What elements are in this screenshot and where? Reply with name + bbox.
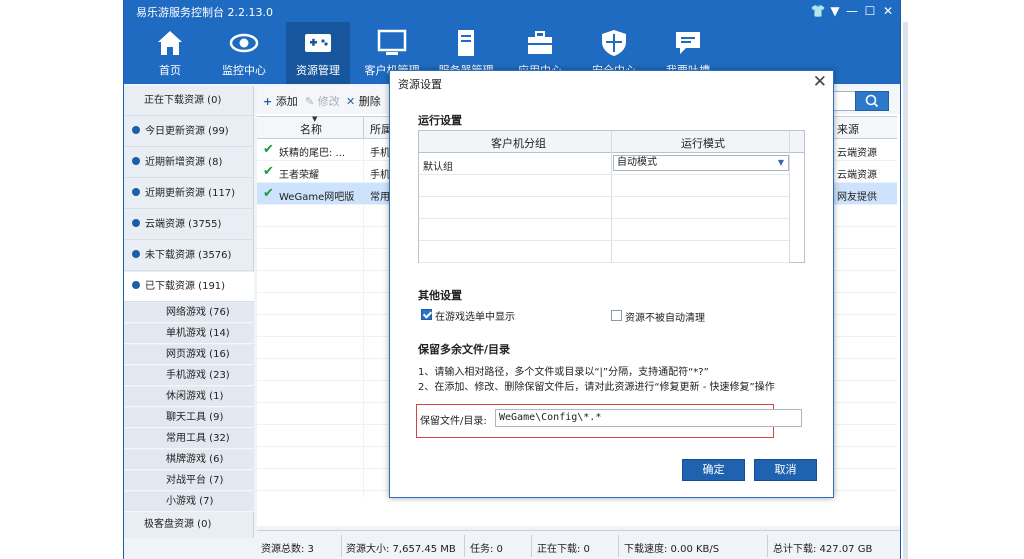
edit-button[interactable]: ✎ 修改: [305, 93, 340, 109]
sidebar-item-cloud[interactable]: 云端资源 (3755): [124, 210, 254, 240]
ok-button[interactable]: 确定: [682, 459, 745, 481]
sidebar-sub-mobile-games[interactable]: 手机游戏 (23): [124, 366, 254, 386]
run-settings-title: 运行设置: [418, 114, 462, 127]
shield-icon: [602, 30, 626, 56]
app-title: 易乐游服务控制台 2.2.13.0: [136, 6, 273, 19]
sidebar-item-geek-disk[interactable]: 极客盘资源 (0): [124, 510, 254, 540]
window-edge: [903, 22, 908, 559]
tab-resources[interactable]: 资源管理: [286, 22, 350, 84]
status-speed: 下载速度: 0.00 KB/S: [624, 544, 720, 555]
maximize-icon[interactable]: ☐: [862, 2, 878, 20]
sort-down-icon: ▼: [312, 115, 318, 123]
run-mode-select[interactable]: 自动模式 ▼: [613, 155, 789, 171]
check-icon: ✔: [263, 164, 274, 179]
keep-files-title: 保留多余文件/目录: [418, 343, 511, 356]
column-name[interactable]: 名称: [300, 121, 322, 137]
gamepad-icon: [305, 34, 331, 52]
server-icon: [458, 30, 474, 56]
sidebar-sub-common-tools[interactable]: 常用工具 (32): [124, 429, 254, 449]
search-button[interactable]: [855, 91, 889, 111]
sidebar-item-downloaded[interactable]: 已下载资源 (191): [124, 272, 254, 302]
minimize-icon[interactable]: —: [844, 2, 860, 20]
monitor-icon: [377, 29, 407, 55]
sidebar-item-downloading[interactable]: 正在下载资源 (0): [124, 86, 254, 116]
status-total-size: 资源大小: 7,657.45 MB: [346, 544, 456, 555]
sidebar-sub-board-games[interactable]: 棋牌游戏 (6): [124, 450, 254, 470]
dialog-title: 资源设置: [398, 78, 442, 91]
close-icon[interactable]: ✕: [880, 2, 896, 20]
status-total-count: 资源总数: 3: [261, 544, 314, 555]
column-run-mode: 运行模式: [681, 137, 725, 150]
keep-note-1: 1、请输入相对路径，多个文件或目录以“|”分隔，支持通配符“*?”: [418, 367, 709, 378]
skin-icon[interactable]: 👕: [810, 2, 826, 20]
tab-monitor[interactable]: 监控中心: [212, 22, 276, 84]
check-icon: ✔: [263, 142, 274, 157]
tab-resources-label: 资源管理: [296, 64, 340, 77]
sidebar-sub-chat-tools[interactable]: 聊天工具 (9): [124, 408, 254, 428]
no-auto-clean-label: 资源不被自动清理: [625, 313, 705, 324]
column-client-group: 客户机分组: [491, 137, 546, 150]
delete-button[interactable]: ✕ 删除: [346, 93, 381, 109]
sidebar-item-recent-updated[interactable]: 近期更新资源 (117): [124, 179, 254, 209]
add-button[interactable]: + 添加: [263, 93, 298, 109]
sidebar-sub-casual-games[interactable]: 休闲游戏 (1): [124, 387, 254, 407]
status-total-download: 总计下载: 427.07 GB: [773, 544, 873, 555]
sidebar-sub-web-games[interactable]: 网页游戏 (16): [124, 345, 254, 365]
client-group-cell: 默认组: [423, 162, 453, 173]
home-icon: [158, 31, 182, 55]
no-auto-clean-checkbox[interactable]: [611, 310, 622, 321]
expand-dot-icon: [132, 188, 140, 196]
sidebar-item-not-downloaded[interactable]: 未下载资源 (3576): [124, 241, 254, 271]
check-icon: ✔: [263, 186, 274, 201]
status-downloading: 正在下载: 0: [537, 544, 590, 555]
sidebar-item-recent-added[interactable]: 近期新增资源 (8): [124, 148, 254, 178]
keep-files-label: 保留文件/目录:: [420, 416, 487, 427]
tab-home-label: 首页: [159, 64, 181, 77]
tab-home[interactable]: 首页: [138, 22, 202, 84]
tab-monitor-label: 监控中心: [222, 64, 266, 77]
expand-dot-icon: [132, 219, 140, 227]
run-mode-table: 客户机分组 运行模式 默认组: [418, 130, 805, 263]
show-in-menu-checkbox[interactable]: [421, 309, 432, 320]
eye-icon: [229, 33, 259, 53]
expand-dot-icon: [132, 250, 140, 258]
dialog-close-icon[interactable]: ✕: [813, 72, 827, 92]
chat-icon: [676, 32, 700, 54]
sidebar-sub-mini-games[interactable]: 小游戏 (7): [124, 492, 254, 512]
other-settings-title: 其他设置: [418, 289, 462, 302]
sidebar-sub-online-games[interactable]: 网络游戏 (76): [124, 303, 254, 323]
resource-settings-dialog: 资源设置 ✕ 运行设置 客户机分组 运行模式 默认组 自动模式 ▼ 其他设置 在…: [389, 70, 834, 498]
show-in-menu-label: 在游戏选单中显示: [435, 312, 515, 323]
search-icon: [865, 94, 879, 108]
column-source[interactable]: 来源: [837, 121, 859, 137]
cancel-button[interactable]: 取消: [754, 459, 817, 481]
sidebar-sub-battle-platforms[interactable]: 对战平台 (7): [124, 471, 254, 491]
expand-dot-icon: [132, 126, 140, 134]
menu-dropdown-icon[interactable]: ▼: [827, 2, 843, 20]
keep-files-input[interactable]: WeGame\Config\*.*: [495, 409, 802, 427]
collapse-dot-icon: [132, 281, 140, 289]
chevron-down-icon: ▼: [777, 158, 784, 167]
sidebar-sub-single-games[interactable]: 单机游戏 (14): [124, 324, 254, 344]
resource-sidebar: 正在下载资源 (0) 今日更新资源 (99) 近期新增资源 (8) 近期更新资源…: [124, 86, 254, 538]
sidebar-item-today-updated[interactable]: 今日更新资源 (99): [124, 117, 254, 147]
expand-dot-icon: [132, 157, 140, 165]
title-bar: 易乐游服务控制台 2.2.13.0 👕 ▼ — ☐ ✕: [124, 0, 900, 22]
keep-note-2: 2、在添加、修改、删除保留文件后，请对此资源进行“修复更新 - 快速修复”操作: [418, 382, 775, 393]
status-bar: 资源总数: 3 资源大小: 7,657.45 MB 任务: 0 正在下载: 0 …: [257, 530, 900, 559]
status-tasks: 任务: 0: [470, 544, 503, 555]
dialog-title-bar: 资源设置 ✕: [390, 71, 833, 95]
toolbox-icon: [528, 31, 552, 54]
